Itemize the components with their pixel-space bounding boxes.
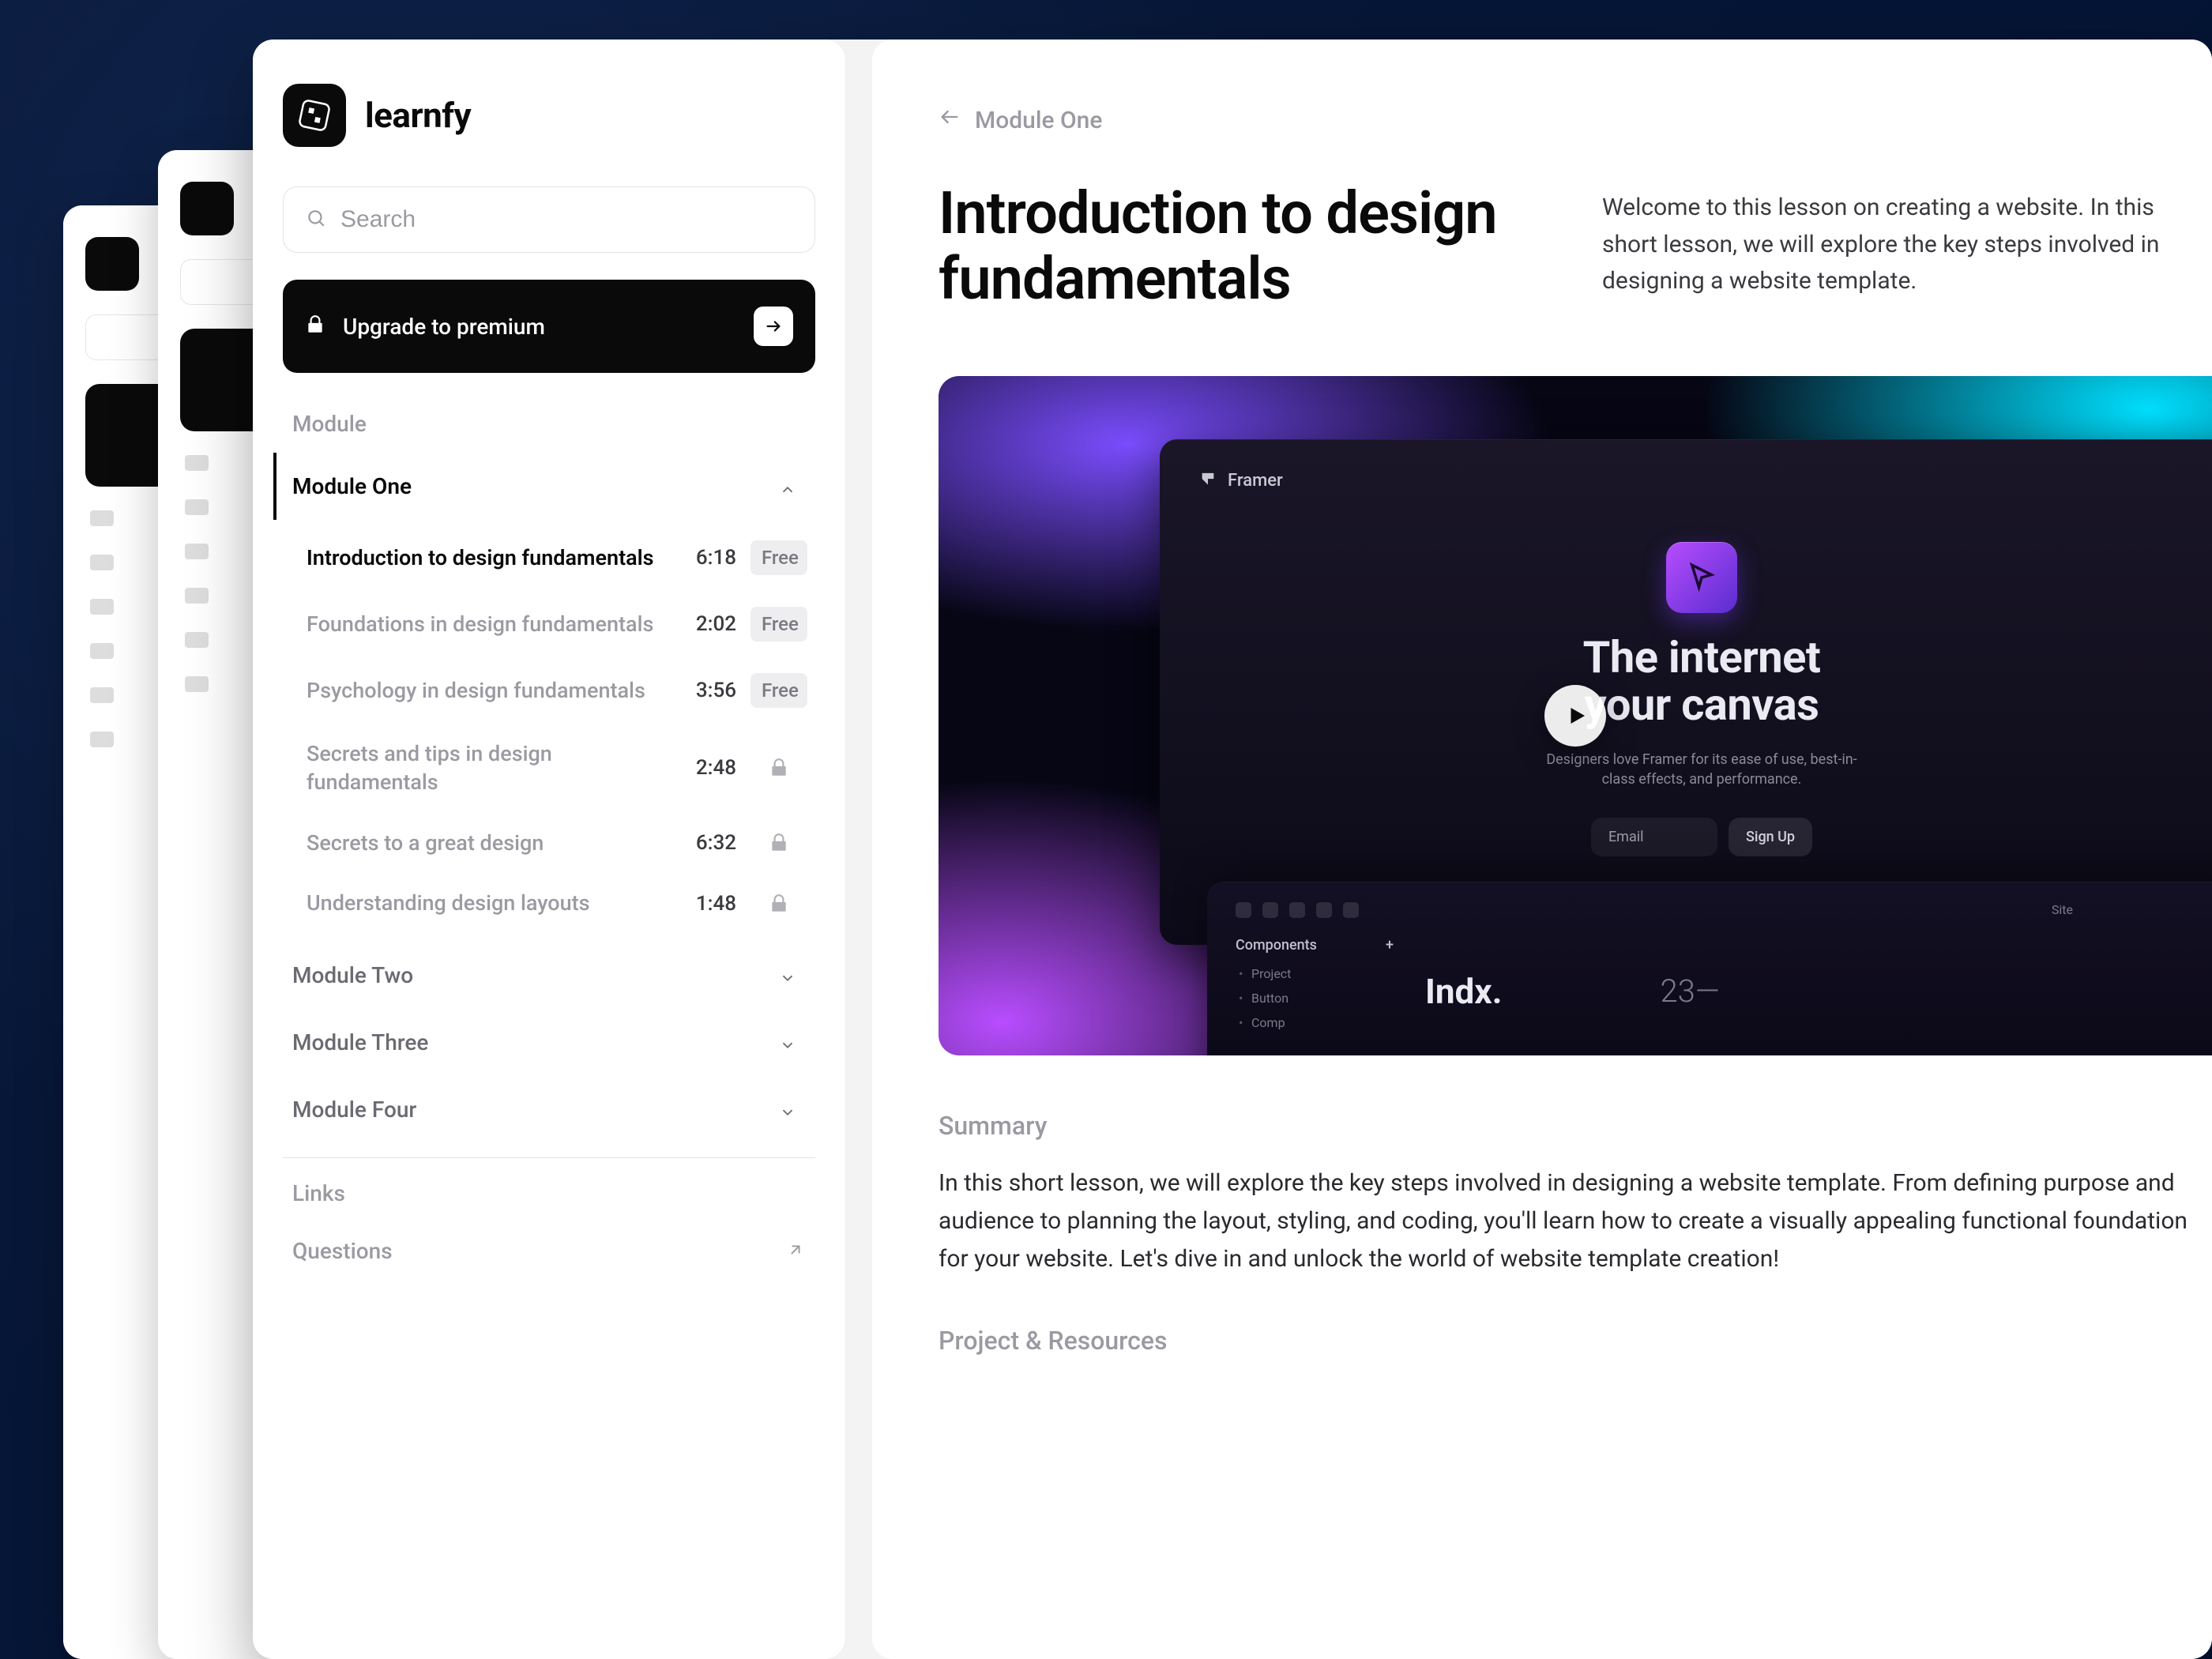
lesson-title: Foundations in design fundamentals: [307, 610, 675, 638]
module-row-three[interactable]: Module Three: [283, 1009, 815, 1076]
lesson-item[interactable]: Understanding design layouts 1:48: [283, 873, 815, 933]
lesson-title: Introduction to design fundamentals: [307, 544, 675, 572]
chevron-down-icon: [779, 1100, 796, 1118]
cursor-icon: [1666, 542, 1737, 613]
module-name: Module Three: [292, 1029, 428, 1055]
video-preview-window: Framer The internet your canvas Designer…: [1160, 439, 2212, 945]
upgrade-label: Upgrade to premium: [343, 314, 545, 340]
module-row-two[interactable]: Module Two: [283, 942, 815, 1009]
video-subtext: Designers love Framer for its ease of us…: [1536, 750, 1868, 789]
lesson-title: Secrets to a great design: [307, 829, 675, 857]
lesson-list: Introduction to design fundamentals 6:18…: [283, 520, 815, 942]
lesson-intro: Welcome to this lesson on creating a web…: [1602, 182, 2212, 313]
module-name: Module Two: [292, 962, 413, 988]
module-name: Module Four: [292, 1097, 416, 1123]
lock-icon: [750, 758, 807, 778]
chevron-down-icon: [779, 966, 796, 984]
lesson-title: Understanding design layouts: [307, 889, 675, 917]
module-row-four[interactable]: Module Four: [283, 1076, 815, 1143]
chevron-down-icon: [779, 1033, 796, 1051]
search-icon: [306, 208, 326, 231]
components-panel-title: Components+: [1236, 937, 1394, 954]
upgrade-button[interactable]: Upgrade to premium: [283, 280, 815, 373]
video-signup-button: Sign Up: [1729, 818, 1812, 856]
lesson-duration: 2:02: [689, 612, 736, 636]
free-badge: Free: [750, 673, 807, 708]
lesson-title: Psychology in design fundamentals: [307, 676, 675, 705]
lesson-title: Introduction to design fundamentals: [939, 182, 1539, 313]
editor-site-label: Site: [2052, 902, 2073, 917]
lesson-item[interactable]: Foundations in design fundamentals 2:02 …: [283, 591, 815, 657]
sidebar: learnfy Upgrade to premium Module Module…: [253, 40, 845, 1659]
lesson-duration: 6:18: [689, 546, 736, 570]
breadcrumb-label: Module One: [975, 107, 1102, 134]
video-brand-label: Framer: [1228, 471, 1283, 491]
summary-label: Summary: [939, 1111, 2212, 1141]
editor-canvas-title: Indx.: [1425, 971, 1502, 1012]
resources-label: Project & Resources: [939, 1326, 2212, 1356]
play-button[interactable]: [1544, 685, 1606, 747]
arrow-left-icon: [939, 106, 961, 134]
lesson-duration: 3:56: [689, 679, 736, 702]
lesson-item[interactable]: Introduction to design fundamentals 6:18…: [283, 525, 815, 591]
arrow-right-icon: [754, 307, 793, 346]
external-link-icon: [787, 1238, 804, 1264]
lesson-title: Secrets and tips in design fundamentals: [307, 739, 675, 797]
editor-canvas-number: 23—: [1660, 972, 1719, 1010]
brand-name: learnfy: [365, 95, 471, 136]
link-questions[interactable]: Questions: [283, 1222, 815, 1280]
free-badge: Free: [750, 540, 807, 575]
module-section-label: Module: [283, 411, 815, 453]
components-panel-items: Project Button Comp: [1236, 966, 1394, 1030]
divider: [283, 1157, 815, 1158]
lesson-hero: Introduction to design fundamentals Welc…: [939, 182, 2212, 313]
search-input[interactable]: [340, 206, 792, 233]
lock-icon: [750, 833, 807, 853]
lock-icon: [750, 893, 807, 914]
lesson-duration: 2:48: [689, 756, 736, 780]
brand[interactable]: learnfy: [283, 84, 815, 147]
lesson-item[interactable]: Secrets and tips in design fundamentals …: [283, 724, 815, 813]
free-badge: Free: [750, 607, 807, 641]
lesson-item[interactable]: Secrets to a great design 6:32: [283, 813, 815, 873]
lesson-duration: 1:48: [689, 892, 736, 916]
video-signup-form: Email Sign Up: [1591, 818, 1812, 856]
chevron-up-icon: [779, 478, 796, 495]
video-editor-window: Site Components+ Project Button Comp: [1207, 882, 2212, 1055]
breadcrumb-back[interactable]: Module One: [939, 106, 2212, 134]
app-window: learnfy Upgrade to premium Module Module…: [253, 40, 2212, 1659]
lesson-item[interactable]: Psychology in design fundamentals 3:56 F…: [283, 657, 815, 724]
video-brand: Framer: [1199, 471, 2204, 491]
link-label: Questions: [292, 1238, 393, 1264]
lesson-duration: 6:32: [689, 831, 736, 855]
search-input-wrapper[interactable]: [283, 186, 815, 253]
video-headline: The internet your canvas: [1583, 634, 1821, 729]
lock-icon: [305, 314, 325, 338]
video-thumbnail[interactable]: Framer The internet your canvas Designer…: [939, 376, 2212, 1055]
lesson-content: Module One Introduction to design fundam…: [872, 40, 2212, 1659]
brand-logo-icon: [283, 84, 346, 147]
links-section-label: Links: [283, 1180, 815, 1222]
module-name: Module One: [292, 473, 412, 499]
video-email-input: Email: [1591, 818, 1717, 856]
summary-text: In this short lesson, we will explore th…: [939, 1164, 2212, 1278]
module-row-one[interactable]: Module One: [273, 453, 815, 520]
